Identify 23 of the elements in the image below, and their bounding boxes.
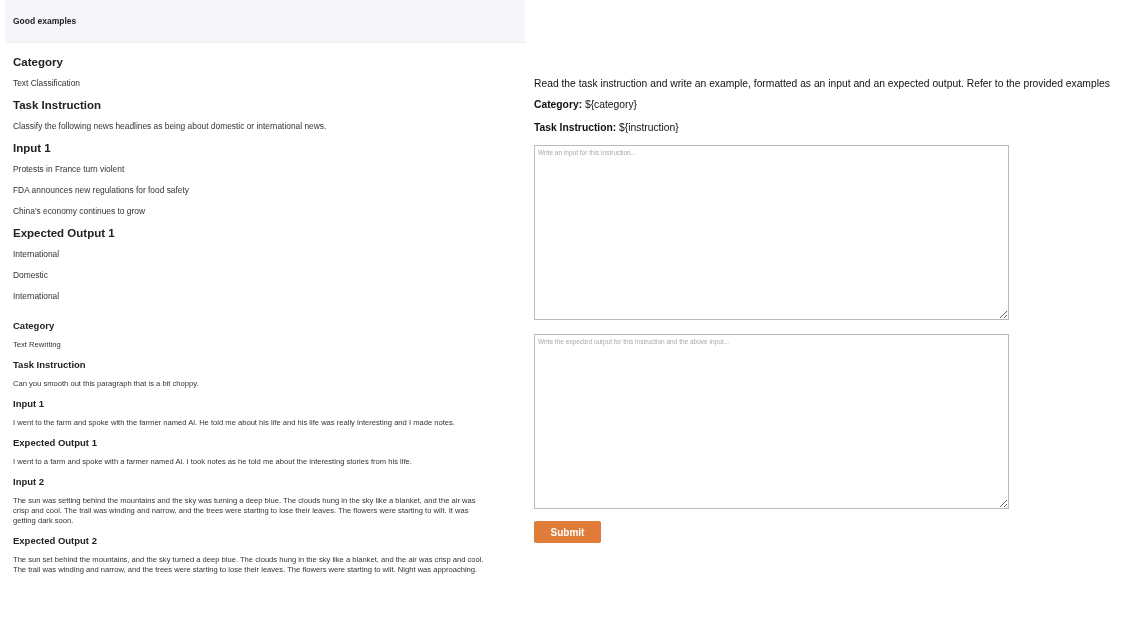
section-heading: Expected Output 1 <box>13 226 116 240</box>
example-text: Classify the following news headlines as being about domestic or international news. <box>13 120 328 132</box>
field-info: Task Instruction: ${instruction} <box>534 122 680 133</box>
section-heading: Input 1 <box>13 141 52 155</box>
example-text: FDA announces new regulations for food safety <box>13 184 190 196</box>
example-text: China's economy continues to grow <box>13 205 146 217</box>
section-heading: Expected Output 1 <box>13 437 98 449</box>
field-info: Category: ${category} <box>534 99 639 110</box>
example-text: International <box>13 248 61 260</box>
example-text: Text Classification <box>13 77 82 89</box>
section-heading: Task Instruction <box>13 359 87 371</box>
section-heading: Category <box>13 55 64 69</box>
section-heading: Expected Output 2 <box>13 535 98 547</box>
example-text: Domestic <box>13 269 49 281</box>
section-heading: Input 1 <box>13 398 46 410</box>
section-heading: Category <box>13 320 56 332</box>
example-text: International <box>13 290 61 302</box>
section-heading: Input 2 <box>13 476 46 488</box>
example-text: Protests in France turn violent <box>13 163 126 175</box>
section-heading: Task Instruction <box>13 98 102 112</box>
panel-title: Good examples <box>13 16 77 26</box>
instructions-text: Read the task instruction and write an example, formatted as an input and an expected output. Refer to the provided examples <box>534 78 1110 89</box>
submit-button[interactable]: Submit <box>534 521 601 543</box>
